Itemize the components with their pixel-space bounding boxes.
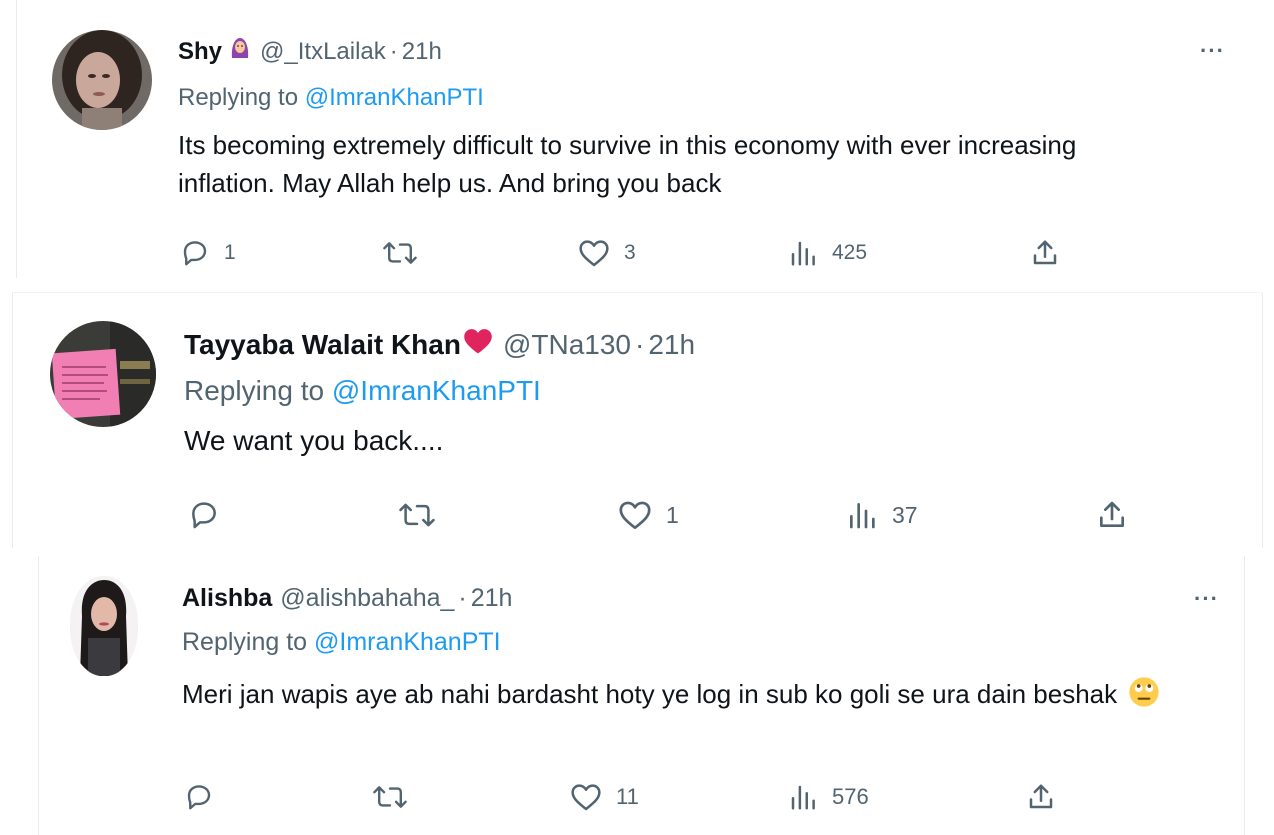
- tweet-text: We want you back....: [184, 425, 444, 456]
- timestamp[interactable]: 21h: [471, 584, 513, 613]
- tweet-header: Alishba @alishbahaha_ · 21h: [182, 584, 512, 613]
- heart-icon: [619, 501, 651, 530]
- reply-icon: [183, 241, 207, 266]
- face-with-rolling-eyes-emoji: [1128, 676, 1160, 719]
- tweet-2[interactable]: Tayyaba Walait Khan @TNa130 · 21h Replyi…: [14, 293, 1264, 549]
- timestamp[interactable]: 21h: [402, 38, 442, 66]
- like-button[interactable]: 11: [570, 782, 639, 812]
- timestamp[interactable]: 21h: [648, 329, 695, 361]
- reply-button[interactable]: [188, 499, 234, 531]
- red-heart-emoji: [463, 327, 493, 362]
- like-button[interactable]: 1: [618, 499, 679, 531]
- tweet-text: Its becoming extremely difficult to surv…: [178, 130, 1077, 198]
- replying-to: Replying to @ImranKhanPTI: [182, 628, 501, 657]
- retweet-button[interactable]: [372, 782, 422, 812]
- like-count: 1: [666, 501, 679, 528]
- handle[interactable]: @_ItxLailak: [260, 38, 386, 66]
- replying-to-label: Replying to: [178, 84, 299, 111]
- retweet-icon: [383, 242, 417, 264]
- share-button[interactable]: [1030, 238, 1060, 268]
- display-name[interactable]: Alishba: [182, 584, 272, 613]
- avatar[interactable]: [70, 576, 138, 676]
- views-icon: [791, 785, 815, 810]
- views-icon: [791, 241, 815, 266]
- handle[interactable]: @TNa130: [503, 329, 631, 361]
- replying-to-label: Replying to: [184, 375, 325, 406]
- border-line: [1244, 556, 1245, 835]
- replying-to: Replying to @ImranKhanPTI: [178, 84, 484, 112]
- retweet-button[interactable]: [382, 238, 432, 268]
- border-line: [38, 556, 39, 835]
- border-line: [16, 0, 17, 278]
- separator-dot: ·: [458, 584, 467, 612]
- heart-icon: [579, 240, 609, 267]
- like-button[interactable]: 3: [578, 238, 636, 268]
- reply-icon: [187, 785, 211, 810]
- views-button[interactable]: 37: [846, 499, 918, 531]
- reply-icon: [192, 502, 216, 529]
- more-options-icon[interactable]: ···: [1200, 38, 1225, 64]
- display-name[interactable]: Tayyaba Walait Khan: [184, 329, 461, 361]
- share-button[interactable]: [1026, 782, 1056, 812]
- share-icon: [1100, 501, 1124, 527]
- views-button[interactable]: 425: [788, 238, 867, 268]
- share-icon: [1029, 784, 1053, 809]
- views-icon: [850, 503, 875, 529]
- mention-link[interactable]: @ImranKhanPTI: [305, 84, 484, 111]
- replying-to: Replying to @ImranKhanPTI: [184, 375, 541, 407]
- border-line: [1262, 293, 1263, 548]
- separator-dot: ·: [389, 37, 398, 65]
- share-icon: [1033, 240, 1057, 265]
- views-button[interactable]: 576: [788, 782, 869, 812]
- retweet-icon: [373, 786, 407, 808]
- reply-button[interactable]: 1: [180, 238, 236, 268]
- mention-link[interactable]: @ImranKhanPTI: [314, 628, 501, 656]
- views-count: 576: [832, 784, 869, 809]
- more-options-icon[interactable]: ···: [1194, 586, 1219, 612]
- tweet-header: Tayyaba Walait Khan @TNa130 · 21h: [184, 327, 695, 362]
- like-count: 3: [624, 241, 636, 264]
- share-button[interactable]: [1096, 499, 1128, 531]
- separator-dot: ·: [635, 328, 645, 360]
- woman-with-headscarf-emoji: [228, 36, 252, 67]
- replying-to-label: Replying to: [182, 628, 308, 656]
- handle[interactable]: @alishbahaha_: [280, 584, 454, 613]
- tweet-1[interactable]: Shy @_ItxLailak · 21h ··· Replying to @I…: [0, 0, 1274, 285]
- display-name[interactable]: Shy: [178, 38, 222, 66]
- retweet-button[interactable]: [398, 499, 450, 531]
- border-line: [12, 293, 13, 548]
- tweet-text-content: Meri jan wapis aye ab nahi bardasht hoty…: [182, 679, 1118, 709]
- like-count: 11: [616, 784, 639, 809]
- retweet-icon: [399, 503, 435, 527]
- tweet-text: Meri jan wapis aye ab nahi bardasht hoty…: [182, 674, 1222, 719]
- mention-link[interactable]: @ImranKhanPTI: [332, 375, 541, 406]
- views-count: 425: [832, 241, 868, 264]
- avatar[interactable]: [50, 321, 156, 427]
- reply-button[interactable]: [184, 782, 228, 812]
- avatar[interactable]: [52, 30, 152, 130]
- views-count: 37: [892, 501, 918, 528]
- tweet-3[interactable]: Alishba @alishbahaha_ · 21h ··· Replying…: [0, 556, 1274, 835]
- reply-count: 1: [224, 241, 236, 264]
- heart-icon: [571, 784, 601, 811]
- tweet-header: Shy @_ItxLailak · 21h: [178, 36, 442, 67]
